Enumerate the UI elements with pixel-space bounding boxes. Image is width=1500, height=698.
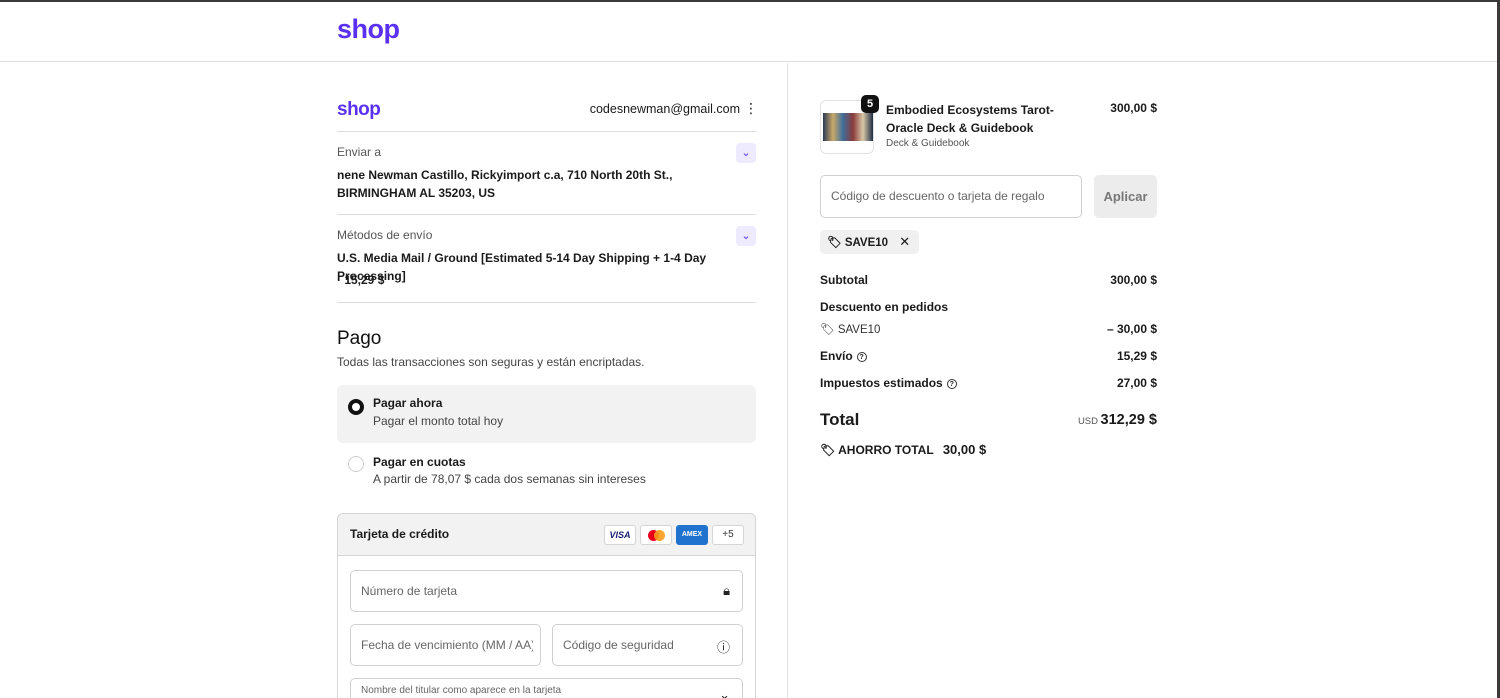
top-header: shop bbox=[0, 2, 1497, 62]
payment-title: Pago bbox=[337, 328, 382, 349]
pay-now-subtitle: Pagar el monto total hoy bbox=[373, 414, 504, 428]
cardholder-name-field[interactable]: Nombre del titular como aparece en la ta… bbox=[350, 678, 743, 698]
payment-subtitle: Todas las transacciones son seguras y es… bbox=[337, 355, 645, 369]
pay-now-option[interactable]: Pagar ahora Pagar el monto total hoy bbox=[337, 385, 756, 443]
apply-button[interactable]: Aplicar bbox=[1094, 175, 1157, 218]
column-divider bbox=[787, 63, 788, 698]
taxes-label: Impuestos estimados? bbox=[820, 376, 957, 390]
help-icon[interactable]: ? bbox=[946, 378, 957, 389]
shipping-method-label: Métodos de envío bbox=[337, 228, 433, 242]
applied-code: SAVE10 bbox=[844, 237, 889, 249]
ship-to-address: nene Newman Castillo, Rickyimport c.a, 7… bbox=[337, 168, 673, 200]
tag-icon: 🏷︎ bbox=[827, 237, 842, 249]
total-currency: USD bbox=[1077, 416, 1098, 427]
help-icon[interactable]: ? bbox=[856, 351, 867, 362]
total-label: Total bbox=[820, 410, 860, 429]
pay-installments-subtitle: A partir de 78,07 $ cada dos semanas sin… bbox=[373, 472, 646, 486]
total-value: 312,29 $ bbox=[1100, 412, 1157, 428]
chevron-down-icon: ⌄ bbox=[719, 687, 730, 698]
tag-icon: 🏷︎ bbox=[820, 443, 836, 457]
discount-code-input[interactable]: Código de descuento o tarjeta de regalo bbox=[820, 175, 1082, 218]
amex-icon: AMEX bbox=[676, 525, 708, 545]
total-savings: 🏷︎ AHORRO TOTAL 30,00 $ bbox=[820, 442, 986, 457]
divider bbox=[337, 302, 756, 303]
divider bbox=[337, 214, 756, 215]
shop-logo[interactable]: shop bbox=[337, 14, 400, 45]
visa-icon: VISA bbox=[604, 525, 636, 545]
divider bbox=[337, 131, 756, 132]
subtotal-value: 300,00 $ bbox=[1110, 273, 1157, 287]
credit-card-panel: Tarjeta de crédito VISA AMEX +5 Número d… bbox=[337, 513, 756, 698]
product-price: 300,00 $ bbox=[1110, 101, 1157, 115]
credit-card-title: Tarjeta de crédito bbox=[350, 527, 450, 541]
pay-installments-title: Pagar en cuotas bbox=[373, 455, 466, 469]
applied-discount-chip: 🏷︎ SAVE10 ✕ bbox=[820, 230, 920, 254]
savings-label: AHORRO TOTAL bbox=[838, 443, 934, 457]
security-code-placeholder: Código de seguridad bbox=[563, 638, 674, 652]
chevron-down-icon[interactable]: ⌄ bbox=[736, 226, 756, 246]
close-icon[interactable]: ✕ bbox=[899, 234, 910, 249]
cardholder-name-label: Nombre del titular como aparece en la ta… bbox=[361, 685, 562, 696]
mastercard-icon bbox=[640, 525, 672, 545]
lock-icon: 🔒︎ bbox=[723, 583, 730, 598]
help-icon[interactable]: ⓘ bbox=[717, 637, 730, 656]
discount-code-placeholder: Código de descuento o tarjeta de regalo bbox=[831, 189, 1045, 203]
savings-value: 30,00 $ bbox=[942, 442, 987, 457]
taxes-value: 27,00 $ bbox=[1116, 376, 1157, 390]
expiry-field[interactable]: Fecha de vencimiento (MM / AA) bbox=[350, 624, 541, 666]
ship-to-label: Enviar a bbox=[337, 145, 382, 159]
card-number-field[interactable]: Número de tarjeta 🔒︎ bbox=[350, 570, 743, 612]
shipping-summary-label: Envío? bbox=[820, 349, 867, 363]
shipping-summary-value: 15,29 $ bbox=[1116, 349, 1157, 363]
more-brands-badge: +5 bbox=[712, 525, 744, 545]
card-number-placeholder: Número de tarjeta bbox=[361, 584, 458, 598]
pay-installments-option[interactable]: Pagar en cuotas A partir de 78,07 $ cada… bbox=[337, 449, 756, 499]
discount-code-summary: 🏷︎ SAVE10 bbox=[820, 324, 881, 336]
pay-installments-radio[interactable] bbox=[348, 456, 364, 472]
account-row: shop codesnewman@gmail.com ⋮ bbox=[337, 99, 758, 121]
kebab-icon[interactable]: ⋮ bbox=[744, 101, 758, 115]
product-name: Embodied Ecosystems Tarot-Oracle Deck & … bbox=[886, 103, 1054, 135]
expiry-placeholder: Fecha de vencimiento (MM / AA) bbox=[361, 638, 533, 652]
shop-pay-logo: shop bbox=[337, 99, 381, 120]
quantity-badge: 5 bbox=[861, 95, 879, 113]
pay-now-radio[interactable] bbox=[348, 399, 364, 415]
discount-value: – 30,00 $ bbox=[1106, 322, 1157, 336]
pay-now-title: Pagar ahora bbox=[373, 396, 443, 410]
tag-icon: 🏷︎ bbox=[820, 324, 835, 336]
subtotal-label: Subtotal bbox=[820, 273, 868, 287]
order-discount-label: Descuento en pedidos bbox=[820, 300, 949, 314]
product-variant: Deck & Guidebook bbox=[886, 138, 970, 149]
chevron-down-icon[interactable]: ⌄ bbox=[736, 143, 756, 163]
shipping-method-line2: · 15,29 $ bbox=[337, 273, 385, 287]
security-code-field[interactable]: Código de seguridad ⓘ bbox=[552, 624, 743, 666]
credit-card-header[interactable]: Tarjeta de crédito VISA AMEX +5 bbox=[338, 514, 755, 556]
account-email: codesnewman@gmail.com bbox=[589, 102, 740, 116]
